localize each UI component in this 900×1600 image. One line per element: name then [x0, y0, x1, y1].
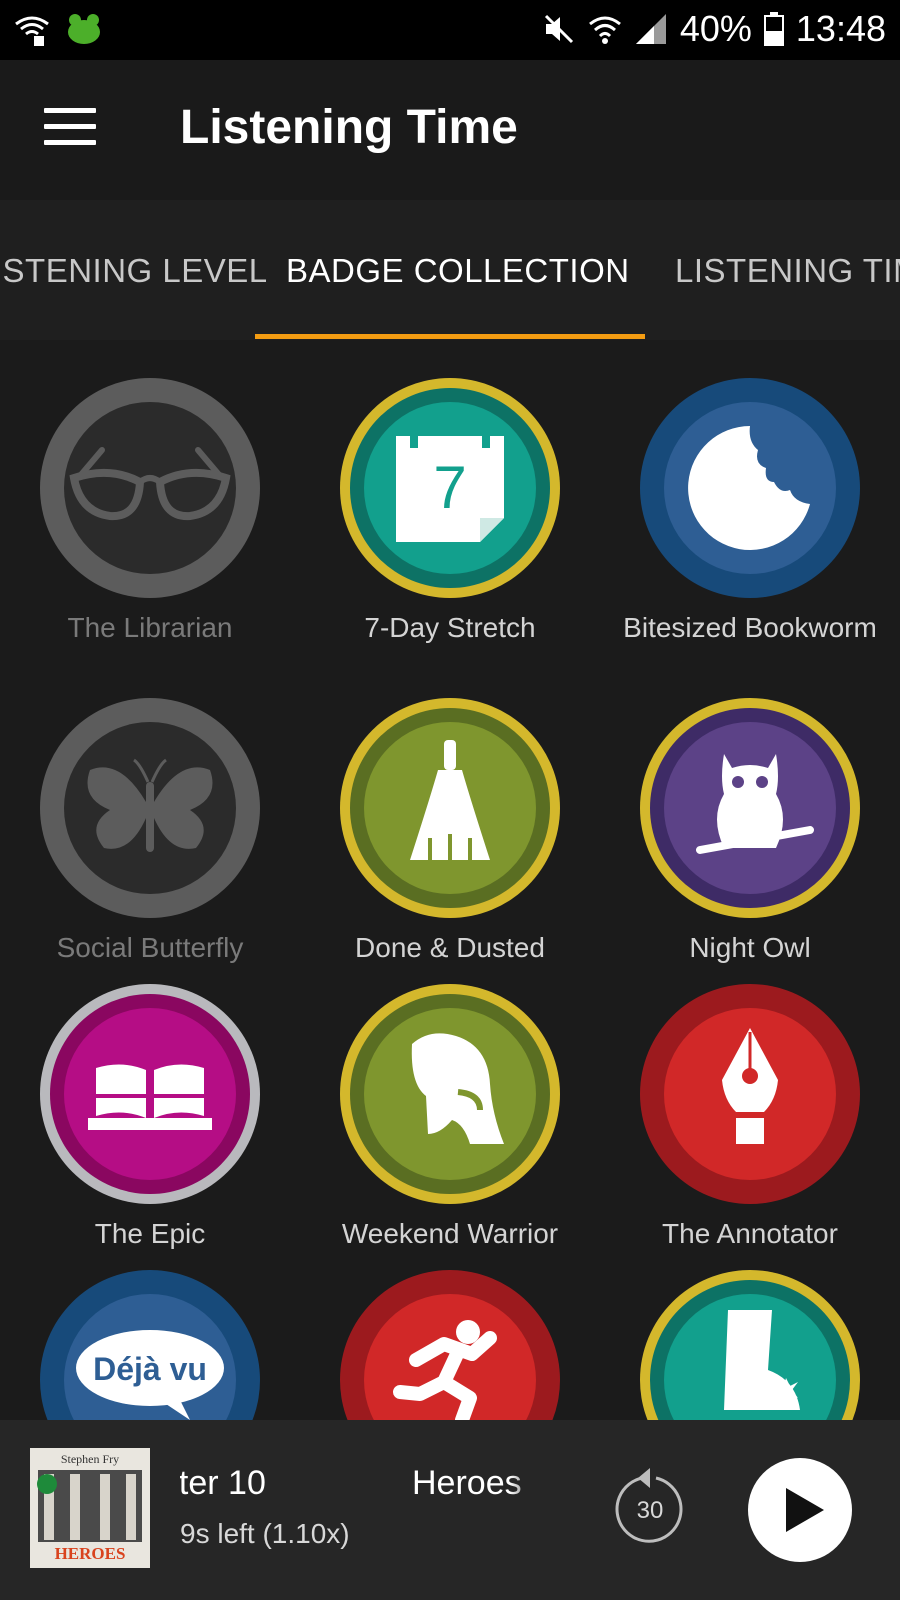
skip-back-button[interactable]: 30 — [612, 1464, 688, 1554]
badge-the-epic[interactable]: The Epic — [0, 984, 300, 1252]
tab-bar: LISTENING LEVEL BADGE COLLECTION LISTENI… — [0, 200, 900, 340]
badge-label: The Librarian — [67, 612, 233, 643]
cover-author: Stephen Fry — [60, 1452, 120, 1466]
signal-icon — [635, 14, 666, 44]
badge-label: Bitesized Bookworm — [623, 612, 877, 643]
status-bar: 40% 13:48 — [0, 0, 900, 60]
time-left: 9s left (1.10x) — [180, 1518, 350, 1549]
badge-boot[interactable] — [600, 1270, 900, 1420]
badge-the-librarian[interactable]: The Librarian — [0, 378, 300, 646]
fountain-pen-icon — [722, 1028, 778, 1144]
marquee-fade — [510, 1464, 540, 1514]
badge-done-and-dusted[interactable]: Done & Dusted — [300, 698, 600, 966]
open-book-icon — [88, 1064, 212, 1130]
now-playing-info[interactable]: pter 10 Heroes 9s left (1.10x) — [180, 1464, 540, 1564]
wifi-calling-icon — [15, 16, 49, 46]
badge-weekend-warrior[interactable]: Weekend Warrior — [300, 984, 600, 1252]
bitten-cookie-icon — [688, 426, 810, 550]
svg-text:7: 7 — [433, 454, 466, 521]
boot-icon — [724, 1310, 800, 1410]
badge-runner[interactable] — [300, 1270, 600, 1420]
owl-icon — [696, 754, 814, 854]
badge-label: 7-Day Stretch — [364, 612, 536, 643]
badge-social-butterfly[interactable]: Social Butterfly — [0, 698, 300, 966]
mute-icon — [544, 14, 573, 44]
badge-label: Done & Dusted — [355, 932, 545, 963]
deja-vu-text: Déjà vu — [93, 1351, 207, 1387]
app-bar: Listening Time — [0, 60, 900, 200]
skip-seconds: 30 — [637, 1497, 664, 1524]
play-button[interactable] — [748, 1458, 852, 1562]
battery-icon — [763, 12, 784, 46]
page-title: Listening Time — [180, 101, 518, 154]
tab-badge-collection[interactable]: BADGE COLLECTION — [286, 252, 630, 290]
badge-label: The Annotator — [662, 1218, 838, 1249]
chapter-text: pter 10 — [180, 1464, 266, 1502]
badge-7-day-stretch[interactable]: 7 7-Day Stretch — [300, 378, 600, 646]
play-icon — [786, 1488, 824, 1532]
spartan-helmet-icon — [411, 1033, 504, 1144]
frog-app-icon — [68, 14, 100, 44]
active-tab-indicator — [255, 334, 645, 339]
butterfly-icon — [87, 758, 213, 852]
mini-player[interactable]: Stephen Fry HEROES pter 10 Heroes 9s lef… — [0, 1420, 900, 1600]
calendar-7-icon: 7 — [396, 426, 504, 542]
broom-icon — [410, 740, 490, 860]
badge-label: Weekend Warrior — [341, 1218, 559, 1249]
clock: 13:48 — [795, 8, 886, 49]
tab-listening-level[interactable]: LISTENING LEVEL — [0, 252, 268, 290]
tab-listening-time[interactable]: LISTENING TIME — [675, 252, 900, 290]
status-left-icons — [14, 10, 104, 50]
badge-label: Social Butterfly — [56, 932, 244, 963]
runner-icon — [393, 1320, 497, 1420]
badge-bitesized-bookworm[interactable]: Bitesized Bookworm — [600, 378, 900, 646]
badge-the-annotator[interactable]: The Annotator — [600, 984, 900, 1252]
badge-grid: The Librarian 7 7-Day Stretch Bitesized … — [0, 340, 900, 1420]
cover-title: HEROES — [54, 1544, 126, 1563]
badge-label: The Epic — [94, 1218, 206, 1249]
book-title: Heroes — [412, 1464, 522, 1502]
wifi-icon — [588, 16, 621, 44]
status-right-icons: 40% 13:48 — [542, 8, 886, 50]
badge-deja-vu[interactable]: Déjà vu — [0, 1270, 300, 1420]
badge-label: Night Owl — [689, 932, 811, 963]
glasses-icon — [69, 447, 231, 521]
hamburger-menu-icon[interactable] — [44, 108, 96, 148]
badge-night-owl[interactable]: Night Owl — [600, 698, 900, 966]
book-cover[interactable]: Stephen Fry HEROES — [30, 1448, 150, 1568]
battery-percent: 40% — [679, 8, 752, 49]
